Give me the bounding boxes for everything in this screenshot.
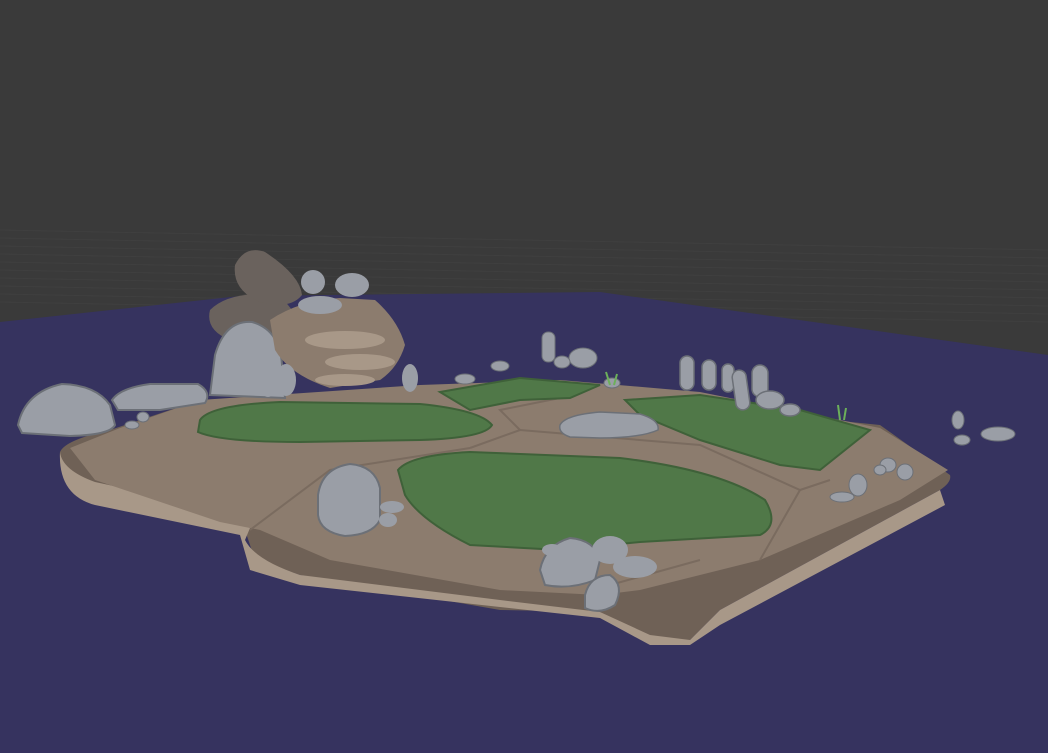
grass-patch-left: [196, 400, 494, 444]
flat-stone-slab: [558, 411, 659, 439]
viewport-scene[interactable]: [0, 0, 1048, 753]
3d-viewport[interactable]: [0, 0, 1048, 753]
